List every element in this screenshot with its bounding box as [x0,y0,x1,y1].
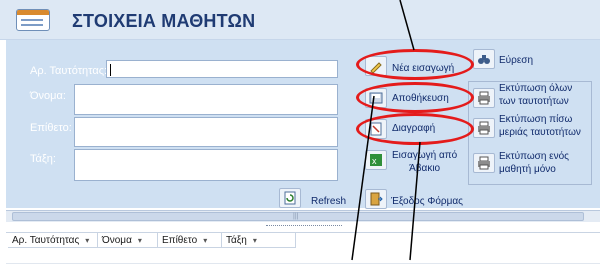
annotation-lines [351,0,421,261]
annotation-line-save [351,95,375,261]
annotation-line-delete [409,141,421,261]
annotation-line-top [399,0,415,51]
